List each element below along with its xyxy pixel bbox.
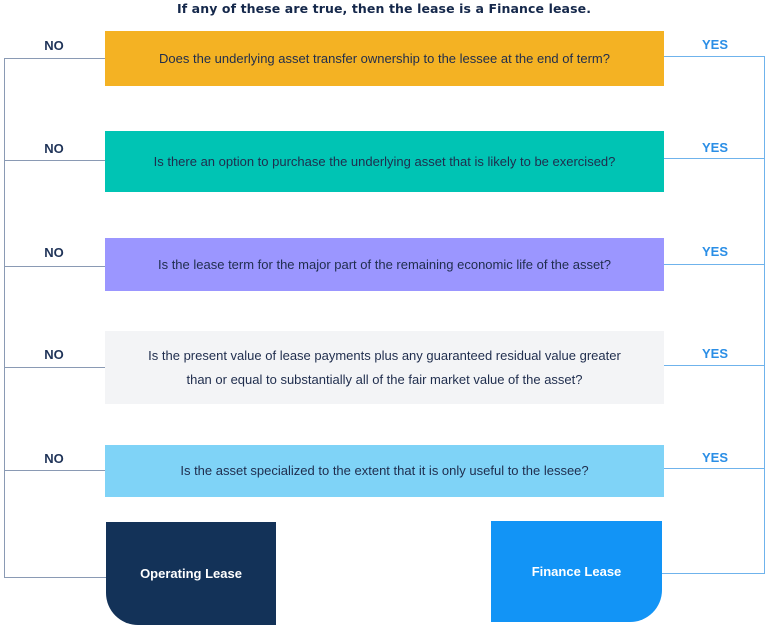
- no-label-3: NO: [44, 245, 64, 260]
- yes-connector-1: [664, 56, 765, 57]
- no-label-2: NO: [44, 141, 64, 156]
- question-text: Is the asset specialized to the extent t…: [180, 463, 589, 478]
- operating-lease-outcome: Operating Lease: [106, 522, 276, 625]
- finance-lease-label: Finance Lease: [531, 564, 622, 579]
- diagram-title: If any of these are true, then the lease…: [176, 1, 592, 16]
- question-text-line-2: than or equal to substantially all of th…: [186, 371, 583, 387]
- question-box-present-value: Is the present value of lease payments p…: [105, 331, 664, 404]
- question-box-lease-term: Is the lease term for the major part of …: [105, 238, 664, 291]
- no-connector-2: [4, 160, 105, 161]
- no-connector-1: [4, 58, 105, 59]
- no-connector-5: [4, 470, 105, 471]
- finance-lease-outcome: Finance Lease: [491, 521, 662, 622]
- yes-connector-result: [662, 573, 765, 574]
- question-text: Is there an option to purchase the under…: [153, 153, 616, 169]
- yes-connector-5: [664, 468, 765, 469]
- operating-lease-label: Operating Lease: [140, 566, 242, 581]
- no-connector-result: [4, 577, 106, 578]
- question-box-specialized-asset: Is the asset specialized to the extent t…: [105, 445, 664, 497]
- yes-path-vertical-line: [764, 56, 765, 574]
- question-text: Is the present value of lease payments p…: [148, 344, 621, 392]
- question-box-ownership-transfer: Does the underlying asset transfer owner…: [105, 31, 664, 86]
- yes-connector-3: [664, 264, 765, 265]
- yes-label-3: YES: [701, 244, 728, 259]
- yes-connector-4: [664, 365, 765, 366]
- yes-connector-2: [664, 158, 765, 159]
- no-path-vertical-line: [4, 58, 5, 578]
- question-text: Does the underlying asset transfer owner…: [159, 50, 610, 66]
- no-label-5: NO: [44, 451, 64, 466]
- yes-label-5: YES: [701, 450, 728, 465]
- no-label-4: NO: [44, 347, 64, 362]
- question-text-line-1: Is the present value of lease payments p…: [148, 347, 621, 363]
- question-text: Is the lease term for the major part of …: [157, 256, 612, 272]
- question-box-purchase-option: Is there an option to purchase the under…: [105, 131, 664, 192]
- yes-label-1: YES: [701, 37, 728, 52]
- no-connector-3: [4, 266, 105, 267]
- yes-label-4: YES: [701, 346, 728, 361]
- no-label-1: NO: [44, 38, 64, 53]
- yes-label-2: YES: [701, 140, 728, 155]
- no-connector-4: [4, 367, 105, 368]
